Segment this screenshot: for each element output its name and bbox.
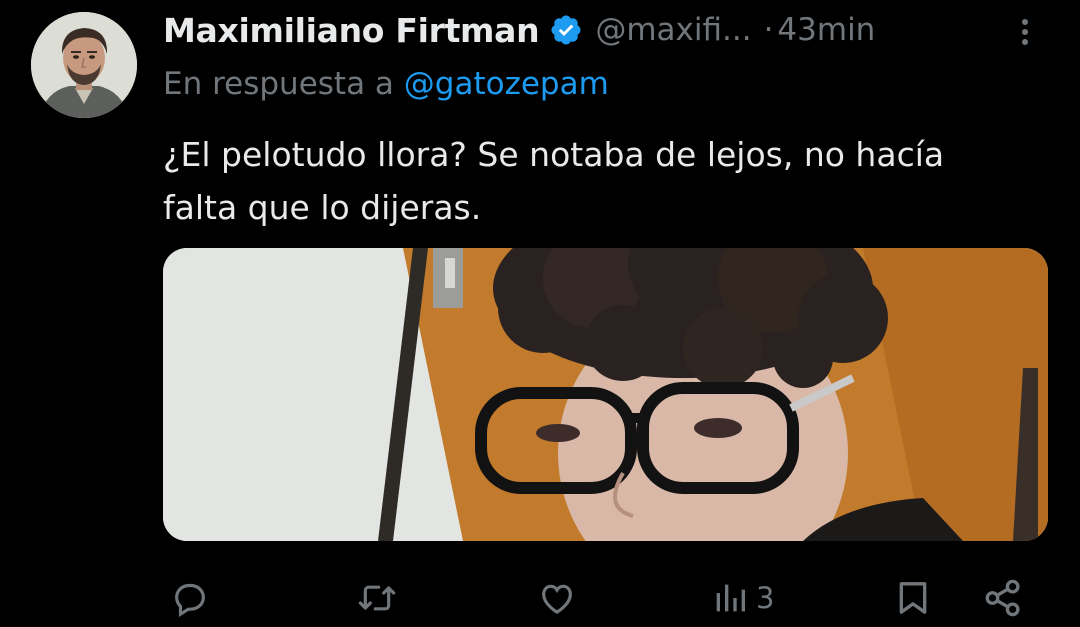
reply-prefix: En respuesta a <box>163 66 394 102</box>
separator-dot: · <box>763 12 774 48</box>
bookmark-button[interactable] <box>893 570 933 626</box>
tweet-text: ¿El pelotudo llora? Se notaba de lejos, … <box>163 135 945 227</box>
views-button[interactable]: 3 <box>712 570 774 626</box>
tweet-media-image[interactable] <box>163 248 1048 541</box>
share-button[interactable] <box>982 570 1024 626</box>
avatar-portrait <box>31 12 137 118</box>
tweet-actions: 3 <box>0 570 1080 626</box>
tweet-header: Maximiliano Firtman @maxifi... · 43min <box>163 10 1043 50</box>
share-icon <box>985 579 1020 617</box>
tweet[interactable]: Maximiliano Firtman @maxifi... · 43min E… <box>0 0 1080 627</box>
avatar[interactable] <box>31 12 137 118</box>
retweet-icon <box>358 585 396 611</box>
handle[interactable]: @maxifi... <box>595 12 751 48</box>
more-options-icon[interactable] <box>1015 14 1035 50</box>
display-name[interactable]: Maximiliano Firtman <box>163 11 540 50</box>
views-icon <box>716 584 745 612</box>
like-icon <box>542 584 572 615</box>
verified-badge-icon <box>549 13 583 47</box>
reply-button[interactable] <box>170 570 210 626</box>
views-count: 3 <box>756 581 775 615</box>
bookmark-icon <box>899 582 927 614</box>
like-button[interactable] <box>537 570 577 626</box>
timestamp[interactable]: 43min <box>777 12 875 48</box>
reply-icon <box>175 583 205 618</box>
retweet-button[interactable] <box>355 570 399 626</box>
reply-context: En respuesta a @gatozepam <box>163 66 609 102</box>
reply-mention-link[interactable]: @gatozepam <box>404 66 609 102</box>
photo-illustration <box>163 248 1048 541</box>
